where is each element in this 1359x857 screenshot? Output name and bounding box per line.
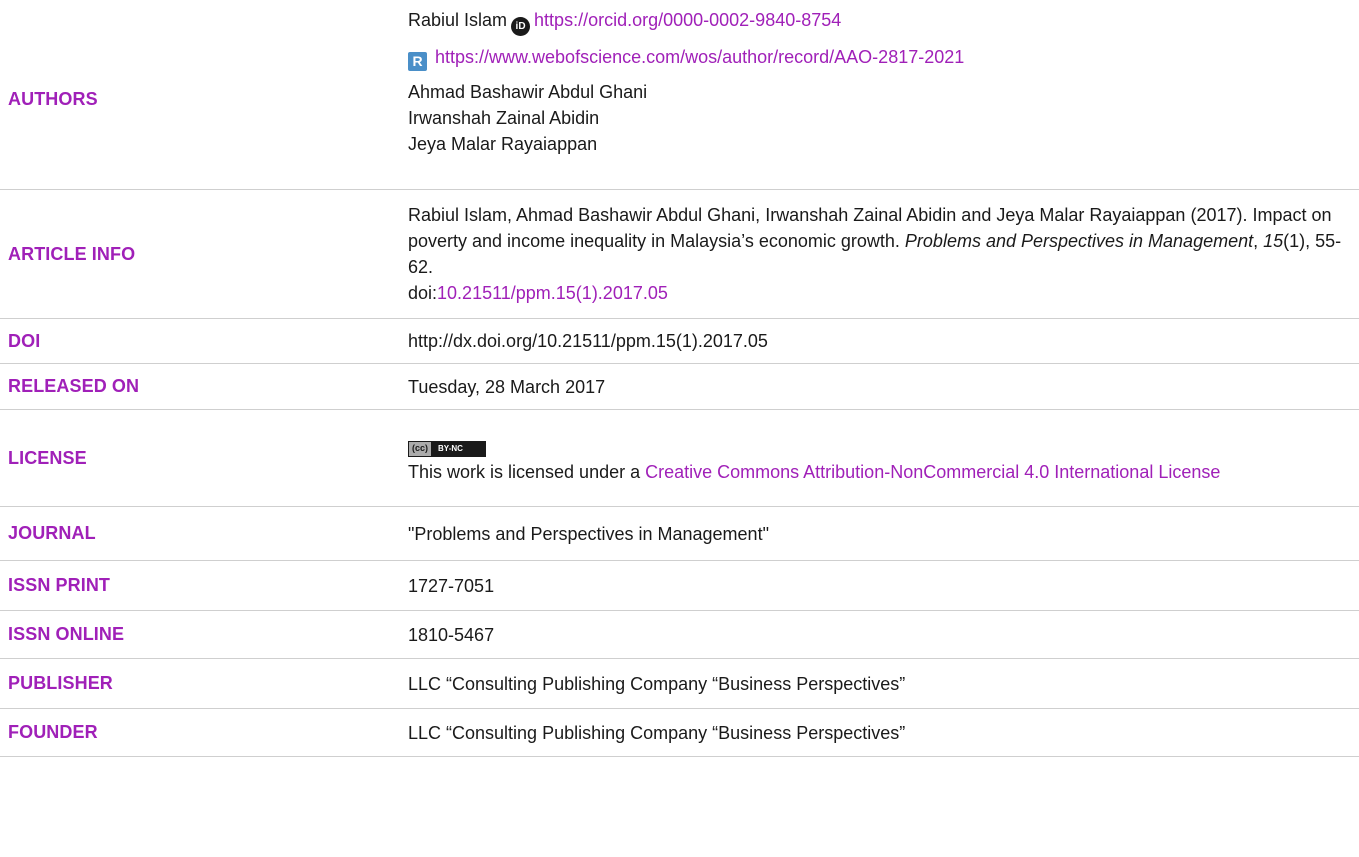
- label-article-info: ARTICLE INFO: [8, 243, 136, 264]
- row-doi: DOI http://dx.doi.org/10.21511/ppm.15(1)…: [0, 319, 1359, 364]
- label-issn-online: ISSN ONLINE: [8, 624, 125, 644]
- row-authors: AUTHORS Rabiul Islam iD https://orcid.org/…: [0, 0, 1359, 190]
- journal-value: "Problems and Perspectives in Management…: [408, 523, 769, 544]
- license-text: This work is licensed under a Creative C…: [408, 459, 1353, 485]
- authors-value: Rabiul Islam iD https://orcid.org/0000-000…: [408, 7, 1359, 157]
- license-link[interactable]: Creative Commons Attribution-NonCommerci…: [645, 462, 1220, 482]
- label-license: LICENSE: [8, 447, 87, 468]
- license-text-prefix: This work is licensed under a: [408, 461, 646, 482]
- author-1-line: Rabiul Islam iD https://orcid.org/0000-000…: [408, 7, 1353, 36]
- doi-value: http://dx.doi.org/10.21511/ppm.15(1).201…: [408, 331, 768, 351]
- citation-journal: Problems and Perspectives in Management: [904, 231, 1254, 251]
- author-2-name: Ahmad Bashawir Abdul Ghani: [408, 82, 648, 102]
- issn-online-value: 1810-5467: [408, 624, 495, 645]
- cc-by-nc-badge: (cc) BY-NC: [408, 440, 486, 457]
- issn-print-value: 1727-7051: [408, 575, 495, 596]
- row-publisher: PUBLISHER LLC “Consulting Publishing Com…: [0, 659, 1359, 709]
- citation-volume: 15: [1263, 231, 1284, 251]
- released-on-value: Tuesday, 28 March 2017: [408, 376, 606, 397]
- wos-link[interactable]: https://www.webofscience.com/wos/author/…: [435, 47, 964, 67]
- license-value: (cc) BY-NC This work is licensed under a…: [408, 432, 1359, 485]
- label-journal: JOURNAL: [8, 523, 96, 543]
- label-publisher: PUBLISHER: [8, 673, 113, 693]
- label-doi: DOI: [8, 330, 41, 351]
- researcherid-icon[interactable]: R: [408, 52, 427, 71]
- citation-doi-link[interactable]: 10.21511/ppm.15(1).2017.05: [437, 283, 668, 303]
- label-authors: AUTHORS: [8, 89, 98, 109]
- label-released-on: RELEASED ON: [8, 376, 140, 396]
- citation-sep: ,: [1253, 231, 1264, 251]
- cc-badge-right: BY-NC: [438, 444, 463, 453]
- orcid-link[interactable]: https://orcid.org/0000-0002-9840-8754: [534, 10, 841, 30]
- author-4-name: Jeya Malar Rayaiappan: [408, 134, 598, 154]
- cc-badge-left: (cc): [409, 441, 433, 456]
- wos-line: Rhttps://www.webofscience.com/wos/author…: [408, 44, 1353, 71]
- row-issn-online: ISSN ONLINE 1810-5467: [0, 611, 1359, 659]
- citation-text: Rabiul Islam, Ahmad Bashawir Abdul Ghani…: [408, 202, 1359, 306]
- author-3-name: Irwanshah Zainal Abidin: [408, 108, 600, 128]
- citation-doi-line: doi:10.21511/ppm.15(1).2017.05: [408, 280, 1353, 306]
- row-article-info: ARTICLE INFO Rabiul Islam, Ahmad Bashawi…: [0, 190, 1359, 319]
- row-released-on: RELEASED ON Tuesday, 28 March 2017: [0, 364, 1359, 410]
- label-issn-print: ISSN PRINT: [8, 575, 111, 595]
- founder-value: LLC “Consulting Publishing Company “Busi…: [408, 722, 906, 743]
- publisher-value: LLC “Consulting Publishing Company “Busi…: [408, 673, 906, 694]
- row-license: LICENSE (cc) BY-NC This work is licensed…: [0, 410, 1359, 507]
- orcid-icon[interactable]: iD: [511, 17, 531, 36]
- article-metadata-table: AUTHORS Rabiul Islam iD https://orcid.org/…: [0, 0, 1359, 757]
- row-issn-print: ISSN PRINT 1727-7051: [0, 561, 1359, 611]
- row-founder: FOUNDER LLC “Consulting Publishing Compa…: [0, 709, 1359, 757]
- citation-doi-prefix: doi:: [408, 283, 438, 303]
- row-journal: JOURNAL "Problems and Perspectives in Ma…: [0, 507, 1359, 561]
- label-founder: FOUNDER: [8, 722, 98, 742]
- author-1-name: Rabiul Islam: [408, 10, 508, 30]
